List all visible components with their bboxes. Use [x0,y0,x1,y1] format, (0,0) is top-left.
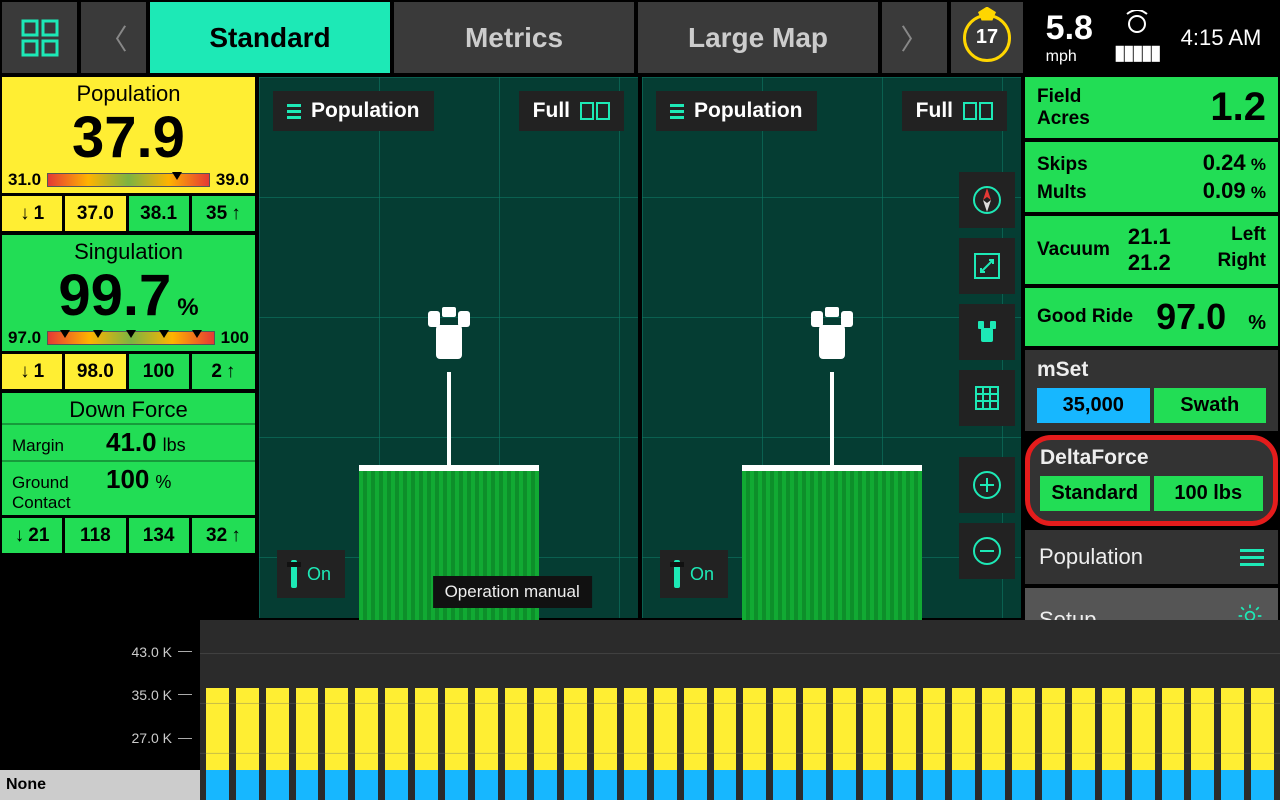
map-layer-button[interactable]: Population [273,91,434,131]
gauge-max: 39.0 [216,170,249,190]
switch-icon [674,560,680,588]
field-acres-label: Field Acres [1037,86,1107,130]
mset-swath[interactable]: Swath [1154,388,1267,423]
grid-view-button[interactable] [959,370,1015,426]
map-full-button[interactable]: Full [519,91,624,131]
gauge-min: 31.0 [8,170,41,190]
field-acres-value: 1.2 [1210,85,1266,130]
center-vehicle-button[interactable] [959,304,1015,360]
population-value: 37.9 [2,107,255,173]
alert-count: 17 [976,26,998,49]
status-area: 5.8 mph ▮▮▮▮▮ 4:15 AM [1027,2,1280,73]
chart-footer-segments [200,770,1280,800]
downforce-title: Down Force [2,393,255,423]
minus-icon [971,535,1003,567]
tractor-small-icon [971,316,1003,348]
singulation-title: Singulation [2,235,255,265]
good-ride-tile[interactable]: Good Ride 97.0% [1025,288,1278,346]
map-left[interactable]: Population Full On Operation manual [259,77,638,618]
grid-icon [20,18,60,58]
list-icon [287,104,301,119]
map-layer-button[interactable]: Population [656,91,817,131]
zoom-out-button[interactable] [959,523,1015,579]
satellite-icon [1123,10,1151,34]
tractor-icon [414,307,484,367]
deltaforce-mode[interactable]: Standard [1040,476,1150,511]
tab-metrics[interactable]: Metrics [394,2,634,73]
population-gauge: 31.0 39.0 [2,173,255,193]
next-tab-button[interactable]: 〉 [882,2,947,73]
map-full-button[interactable]: Full [902,91,1007,131]
tractor-icon [797,307,867,367]
alerts-button[interactable]: 17 [951,2,1023,73]
downforce-tile[interactable]: Down Force Margin 41.0 lbs Ground Contac… [2,393,255,553]
main-area: Population 37.9 31.0 39.0 ↓1 37.0 38.1 3… [0,75,1280,620]
deltaforce-panel[interactable]: DeltaForce Standard 100 lbs [1025,435,1278,526]
speed-value: 5.8 [1046,9,1093,48]
mset-panel[interactable]: mSet 35,000 Swath [1025,350,1278,431]
deltaforce-value[interactable]: 100 lbs [1154,476,1264,511]
speed-readout: 5.8 mph [1046,9,1093,66]
map-zoom-tools [959,457,1015,579]
vehicle-marker [414,307,484,472]
nav-population[interactable]: Population [1025,530,1278,584]
bell-icon: 17 [963,14,1011,62]
split-icon [580,102,610,120]
expand-icon [971,250,1003,282]
downforce-ground-contact: Ground Contact 100 % [2,460,255,515]
singulation-gauge: 97.0 100 [2,331,255,351]
tab-standard[interactable]: Standard [150,2,390,73]
row-chart[interactable]: 43.0 K 35.0 K 27.0 K None [0,620,1280,800]
clock: 4:15 AM [1181,25,1262,51]
vehicle-marker [797,307,867,472]
plus-icon [971,469,1003,501]
mset-label: mSet [1037,358,1266,382]
population-title: Population [2,77,255,107]
tooltip: Operation manual [433,576,592,608]
singulation-row-stats: ↓1 98.0 100 2↑ [2,351,255,389]
grid-small-icon [971,382,1003,414]
right-column: Field Acres 1.2 Skips0.24 % Mults0.09 % … [1025,77,1278,618]
top-bar: 〈 Standard Metrics Large Map 〉 17 5.8 mp… [0,0,1280,75]
zoom-in-button[interactable] [959,457,1015,513]
deltaforce-label: DeltaForce [1040,446,1263,470]
map-right[interactable]: Population Full On [642,77,1021,618]
map-tools [959,172,1015,426]
skips-mults-tile[interactable]: Skips0.24 % Mults0.09 % [1025,142,1278,212]
speed-unit: mph [1046,48,1093,66]
prev-tab-button[interactable]: 〈 [81,2,146,73]
compass-button[interactable] [959,172,1015,228]
singulation-tile[interactable]: Singulation 99.7% 97.0 100 ↓1 98.0 100 2… [2,235,255,389]
expand-button[interactable] [959,238,1015,294]
population-tile[interactable]: Population 37.9 31.0 39.0 ↓1 37.0 38.1 3… [2,77,255,231]
map-area: Population Full On Operation manual Popu… [259,77,1021,618]
chart-bars [200,620,1280,770]
switch-icon [291,560,297,588]
chart-y-axis: 43.0 K 35.0 K 27.0 K [0,620,200,770]
signal-bars: ▮▮▮▮▮ [1114,40,1159,65]
home-button[interactable] [2,2,77,73]
menu-icon [1240,549,1264,566]
downforce-margin: Margin 41.0 lbs [2,423,255,460]
chevron-left-icon: 〈 [99,18,127,58]
chart-footer-label: None [0,770,200,800]
list-icon [670,104,684,119]
map-on-toggle[interactable]: On [277,550,345,598]
chevron-right-icon: 〉 [900,18,928,58]
left-column: Population 37.9 31.0 39.0 ↓1 37.0 38.1 3… [2,77,255,618]
split-icon [963,102,993,120]
compass-icon [971,184,1003,216]
gps-status: ▮▮▮▮▮ [1114,10,1159,65]
mset-rate[interactable]: 35,000 [1037,388,1150,423]
tab-large-map[interactable]: Large Map [638,2,878,73]
map-on-toggle[interactable]: On [660,550,728,598]
vacuum-tile[interactable]: Vacuum 21.1Left 21.2Right [1025,216,1278,284]
population-row-stats: ↓1 37.0 38.1 35↑ [2,193,255,231]
singulation-value: 99.7% [2,265,255,331]
field-acres-tile[interactable]: Field Acres 1.2 [1025,77,1278,138]
downforce-row-stats: ↓21 118 134 32↑ [2,515,255,553]
